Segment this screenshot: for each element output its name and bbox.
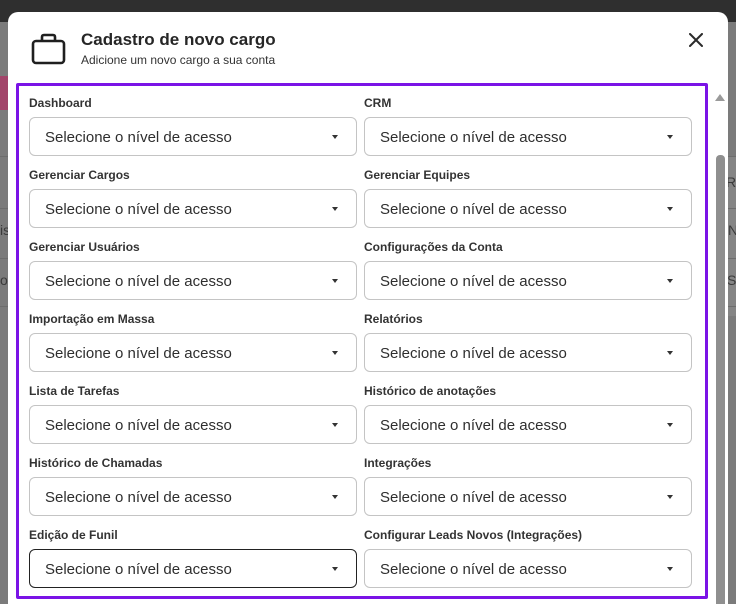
new-role-modal: Cadastro de novo cargo Adicione um novo … [8,12,728,604]
field-label: Gerenciar Usuários [29,240,140,254]
select-placeholder: Selecione o nível de acesso [45,489,232,506]
field-label: Configurações da Conta [364,240,503,254]
access-level-select[interactable]: Selecione o nível de acesso [364,117,692,156]
caret-down-icon [332,423,338,427]
modal-subtitle: Adicione um novo cargo a sua conta [81,53,276,67]
field-label: Edição de Funil [29,528,118,542]
caret-down-icon [667,279,673,283]
access-level-select[interactable]: Selecione o nível de acesso [29,333,357,372]
caret-down-icon [667,135,673,139]
select-placeholder: Selecione o nível de acesso [380,345,567,362]
permission-field: Gerenciar Cargos Selecione o nível de ace… [29,168,357,240]
permissions-form: Dashboard Selecione o nível de acesso CRM S… [16,83,708,599]
select-placeholder: Selecione o nível de acesso [45,417,232,434]
background-text: Si [727,272,736,288]
caret-down-icon [667,495,673,499]
access-level-select[interactable]: Selecione o nível de acesso [364,405,692,444]
caret-down-icon [332,279,338,283]
select-placeholder: Selecione o nível de acesso [380,201,567,218]
permission-field: CRM Selecione o nível de acesso [364,96,692,168]
select-placeholder: Selecione o nível de acesso [380,489,567,506]
caret-down-icon [667,351,673,355]
field-label: Gerenciar Cargos [29,168,130,182]
select-placeholder: Selecione o nível de acesso [380,561,567,578]
field-label: Histórico de anotações [364,384,497,398]
briefcase-icon [30,32,68,66]
access-level-select[interactable]: Selecione o nível de acesso [364,549,692,588]
permission-field: Dashboard Selecione o nível de acesso [29,96,357,168]
access-level-select[interactable]: Selecione o nível de acesso [29,261,357,300]
access-level-select[interactable]: Selecione o nível de acesso [364,333,692,372]
permission-field: Integrações Selecione o nível de acesso [364,456,692,528]
select-placeholder: Selecione o nível de acesso [45,201,232,218]
caret-down-icon [667,567,673,571]
access-level-select[interactable]: Selecione o nível de acesso [29,189,357,228]
background-text: N [728,222,736,238]
field-label: Integrações [364,456,432,470]
select-placeholder: Selecione o nível de acesso [380,417,567,434]
caret-down-icon [332,135,338,139]
permission-field: Importação em Massa Selecione o nível de … [29,312,357,384]
access-level-select[interactable]: Selecione o nível de acesso [29,549,357,588]
permission-field: Relatórios Selecione o nível de acesso [364,312,692,384]
select-placeholder: Selecione o nível de acesso [45,345,232,362]
access-level-select[interactable]: Selecione o nível de acesso [364,261,692,300]
field-label: Relatórios [364,312,423,326]
caret-down-icon [667,207,673,211]
caret-down-icon [332,351,338,355]
field-label: Lista de Tarefas [29,384,120,398]
access-level-select[interactable]: Selecione o nível de acesso [29,117,357,156]
permissions-grid: Dashboard Selecione o nível de acesso CRM S… [29,96,693,596]
field-label: Configurar Leads Novos (Integrações) [364,528,583,542]
caret-down-icon [332,495,338,499]
permission-field: Histórico de Chamadas Selecione o nível d… [29,456,357,528]
select-placeholder: Selecione o nível de acesso [45,561,232,578]
select-placeholder: Selecione o nível de acesso [380,273,567,290]
caret-down-icon [667,423,673,427]
close-icon[interactable] [684,28,708,52]
permission-field: Configurações da Conta Selecione o nível … [364,240,692,312]
select-placeholder: Selecione o nível de acesso [45,273,232,290]
permission-field: Edição de Funil Selecione o nível de aces… [29,528,357,596]
permission-field: Configurar Leads Novos (Integrações) Sele… [364,528,692,596]
select-placeholder: Selecione o nível de acesso [45,129,232,146]
field-label: Dashboard [29,96,92,110]
access-level-select[interactable]: Selecione o nível de acesso [29,477,357,516]
background-text: o [0,272,8,288]
modal-header: Cadastro de novo cargo Adicione um novo … [8,12,728,84]
scrollbar-thumb[interactable] [716,155,725,604]
modal-title: Cadastro de novo cargo [81,30,276,49]
permission-field: Gerenciar Usuários Selecione o nível de a… [29,240,357,312]
access-level-select[interactable]: Selecione o nível de acesso [364,189,692,228]
caret-down-icon [332,567,338,571]
access-level-select[interactable]: Selecione o nível de acesso [29,405,357,444]
permission-field: Gerenciar Equipes Selecione o nível de ac… [364,168,692,240]
access-level-select[interactable]: Selecione o nível de acesso [364,477,692,516]
scroll-up-arrow-icon[interactable] [715,94,725,101]
caret-down-icon [332,207,338,211]
field-label: Gerenciar Equipes [364,168,471,182]
background-text: is [0,222,8,238]
permission-field: Lista de Tarefas Selecione o nível de ace… [29,384,357,456]
field-label: Histórico de Chamadas [29,456,163,470]
field-label: Importação em Massa [29,312,155,326]
field-label: CRM [364,96,392,110]
permission-field: Histórico de anotações Selecione o nível … [364,384,692,456]
select-placeholder: Selecione o nível de acesso [380,129,567,146]
